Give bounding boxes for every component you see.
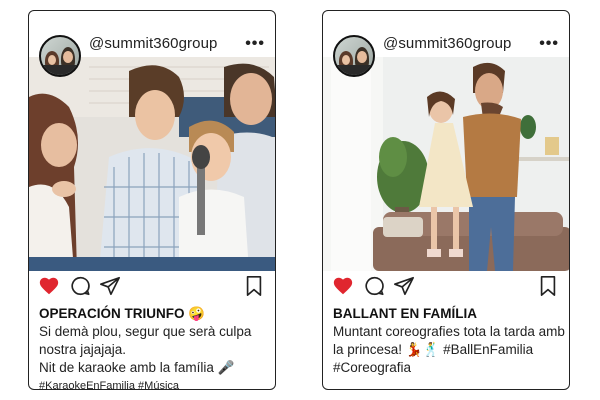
comment-icon[interactable] [363, 275, 385, 297]
caption-line: #Coreografia [333, 360, 412, 375]
username[interactable]: @summit360group [383, 35, 511, 52]
caption-line: Nit de karaoke amb la família 🎤 [39, 360, 235, 375]
avatar[interactable] [333, 35, 375, 77]
post-card-karaoke: @summit360group ••• OPERACIÓN TRIUNFO 🤪 … [28, 10, 276, 390]
caption-line: Si demà plou, segur que serà culpa [39, 324, 252, 339]
hashtags[interactable]: #KaraokeEnFamilia #Música [39, 377, 271, 389]
share-icon[interactable] [99, 275, 121, 297]
post-caption: Muntant coreografies tota la tarda amb l… [333, 323, 565, 377]
avatar[interactable] [39, 35, 81, 77]
share-icon[interactable] [393, 275, 415, 297]
post-title: OPERACIÓN TRIUNFO 🤪 [39, 306, 206, 321]
post-actions [323, 275, 569, 301]
post-title: BALLANT EN FAMÍLIA [333, 306, 477, 321]
post-image-karaoke [29, 57, 275, 271]
post-image-dance [323, 57, 569, 271]
bookmark-icon[interactable] [537, 275, 559, 297]
post-caption: Si demà plou, segur que serà culpa nostr… [39, 323, 271, 389]
post-card-dance: @summit360group ••• BALLANT EN FAMÍLIA M… [322, 10, 570, 390]
heart-icon[interactable] [332, 275, 354, 297]
caption-line: nostra jajajaja. [39, 342, 127, 357]
heart-icon[interactable] [38, 275, 60, 297]
more-icon[interactable]: ••• [539, 35, 559, 53]
caption-line: la princesa! 💃🕺 #BallEnFamilia [333, 342, 534, 357]
caption-line: Muntant coreografies tota la tarda amb [333, 324, 565, 339]
username[interactable]: @summit360group [89, 35, 217, 52]
comment-icon[interactable] [69, 275, 91, 297]
post-actions [29, 275, 275, 301]
more-icon[interactable]: ••• [245, 35, 265, 53]
bookmark-icon[interactable] [243, 275, 265, 297]
